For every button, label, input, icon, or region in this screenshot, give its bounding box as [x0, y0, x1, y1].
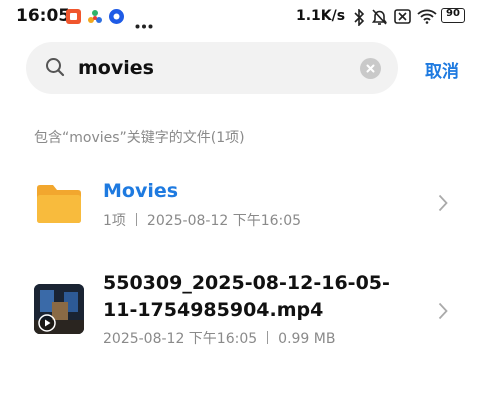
status-time: 16:05 — [16, 6, 71, 26]
more-dots-icon — [135, 14, 153, 33]
meta-divider — [267, 331, 269, 344]
video-thumbnail — [34, 284, 84, 334]
video-date: 2025-08-12 下午16:05 — [103, 331, 258, 347]
result-item-folder[interactable]: Movies 1项 2025-08-12 下午16:05 — [0, 180, 480, 240]
video-file-title: 550309_2025-08-12-16-05-11-1754985904.mp… — [103, 272, 390, 321]
bluetooth-icon — [354, 8, 365, 30]
chevron-right-icon — [438, 302, 448, 324]
folder-meta: 1项 2025-08-12 下午16:05 — [103, 210, 301, 230]
sim-off-icon — [394, 8, 411, 29]
search-icon — [45, 57, 65, 81]
search-box[interactable] — [26, 42, 398, 94]
search-input[interactable] — [78, 52, 348, 84]
cancel-button[interactable]: 取消 — [425, 57, 459, 82]
app-notification-icon — [66, 9, 81, 28]
folder-count: 1项 — [103, 213, 126, 229]
result-item-video[interactable]: 550309_2025-08-12-16-05-11-1754985904.mp… — [0, 270, 480, 350]
folder-title: Movies — [103, 180, 179, 202]
close-icon — [366, 64, 375, 73]
play-icon — [38, 314, 56, 334]
chevron-right-icon — [438, 194, 448, 216]
status-right: 1.1K/s 90 — [296, 6, 466, 28]
meta-divider — [135, 213, 137, 226]
mute-bell-icon — [371, 8, 388, 30]
result-summary: 包含“movies”关键字的文件(1项) — [34, 130, 245, 146]
net-speed: 1.1K/s — [296, 8, 346, 24]
blue-app-icon — [109, 9, 124, 28]
status-bar: 16:05 1.1K/s 90 — [0, 0, 480, 34]
colorful-app-icon — [87, 9, 103, 29]
wifi-icon — [417, 8, 437, 28]
video-meta: 2025-08-12 下午16:05 0.99 MB — [103, 328, 335, 348]
battery-level: 90 — [446, 8, 460, 19]
battery-icon: 90 — [441, 8, 465, 27]
search-row: 取消 — [0, 40, 480, 96]
video-size: 0.99 MB — [278, 331, 336, 347]
folder-date: 2025-08-12 下午16:05 — [146, 213, 302, 229]
clear-search-button[interactable] — [360, 58, 381, 79]
folder-icon — [34, 184, 84, 228]
